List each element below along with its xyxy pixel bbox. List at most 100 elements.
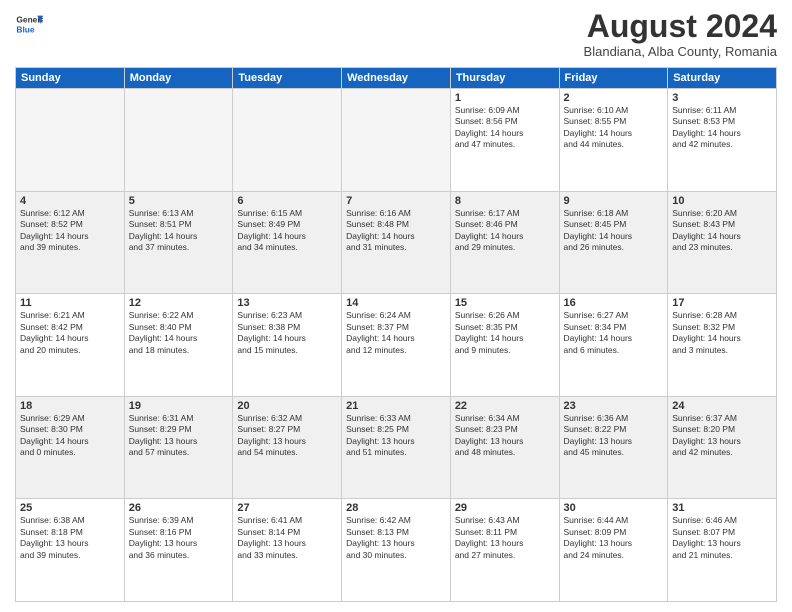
- header-friday: Friday: [559, 68, 668, 89]
- day-info: Sunrise: 6:29 AM Sunset: 8:30 PM Dayligh…: [20, 413, 120, 459]
- day-info: Sunrise: 6:44 AM Sunset: 8:09 PM Dayligh…: [564, 515, 664, 561]
- day-number: 13: [237, 297, 337, 309]
- day-number: 9: [564, 195, 664, 207]
- day-info: Sunrise: 6:23 AM Sunset: 8:38 PM Dayligh…: [237, 310, 337, 356]
- calendar-cell: 5Sunrise: 6:13 AM Sunset: 8:51 PM Daylig…: [124, 191, 233, 294]
- day-info: Sunrise: 6:46 AM Sunset: 8:07 PM Dayligh…: [672, 515, 772, 561]
- day-number: 6: [237, 195, 337, 207]
- calendar-table: Sunday Monday Tuesday Wednesday Thursday…: [15, 67, 777, 602]
- day-number: 25: [20, 502, 120, 514]
- day-info: Sunrise: 6:41 AM Sunset: 8:14 PM Dayligh…: [237, 515, 337, 561]
- calendar-cell: 23Sunrise: 6:36 AM Sunset: 8:22 PM Dayli…: [559, 396, 668, 499]
- day-info: Sunrise: 6:15 AM Sunset: 8:49 PM Dayligh…: [237, 208, 337, 254]
- day-number: 28: [346, 502, 446, 514]
- day-number: 21: [346, 400, 446, 412]
- calendar-cell: 28Sunrise: 6:42 AM Sunset: 8:13 PM Dayli…: [342, 499, 451, 602]
- calendar-cell: 16Sunrise: 6:27 AM Sunset: 8:34 PM Dayli…: [559, 294, 668, 397]
- day-number: 4: [20, 195, 120, 207]
- day-number: 2: [564, 92, 664, 104]
- day-info: Sunrise: 6:22 AM Sunset: 8:40 PM Dayligh…: [129, 310, 229, 356]
- day-number: 29: [455, 502, 555, 514]
- day-info: Sunrise: 6:39 AM Sunset: 8:16 PM Dayligh…: [129, 515, 229, 561]
- calendar-cell: 24Sunrise: 6:37 AM Sunset: 8:20 PM Dayli…: [668, 396, 777, 499]
- calendar-week-row: 1Sunrise: 6:09 AM Sunset: 8:56 PM Daylig…: [16, 89, 777, 192]
- day-info: Sunrise: 6:43 AM Sunset: 8:11 PM Dayligh…: [455, 515, 555, 561]
- day-info: Sunrise: 6:16 AM Sunset: 8:48 PM Dayligh…: [346, 208, 446, 254]
- day-number: 3: [672, 92, 772, 104]
- calendar-cell: 3Sunrise: 6:11 AM Sunset: 8:53 PM Daylig…: [668, 89, 777, 192]
- header-thursday: Thursday: [450, 68, 559, 89]
- calendar-cell: 8Sunrise: 6:17 AM Sunset: 8:46 PM Daylig…: [450, 191, 559, 294]
- day-info: Sunrise: 6:12 AM Sunset: 8:52 PM Dayligh…: [20, 208, 120, 254]
- calendar-cell: 30Sunrise: 6:44 AM Sunset: 8:09 PM Dayli…: [559, 499, 668, 602]
- day-info: Sunrise: 6:38 AM Sunset: 8:18 PM Dayligh…: [20, 515, 120, 561]
- day-number: 8: [455, 195, 555, 207]
- calendar-cell: 6Sunrise: 6:15 AM Sunset: 8:49 PM Daylig…: [233, 191, 342, 294]
- day-number: 24: [672, 400, 772, 412]
- day-info: Sunrise: 6:26 AM Sunset: 8:35 PM Dayligh…: [455, 310, 555, 356]
- day-info: Sunrise: 6:11 AM Sunset: 8:53 PM Dayligh…: [672, 105, 772, 151]
- calendar-cell: 7Sunrise: 6:16 AM Sunset: 8:48 PM Daylig…: [342, 191, 451, 294]
- day-info: Sunrise: 6:31 AM Sunset: 8:29 PM Dayligh…: [129, 413, 229, 459]
- day-number: 16: [564, 297, 664, 309]
- header-tuesday: Tuesday: [233, 68, 342, 89]
- calendar-cell: 25Sunrise: 6:38 AM Sunset: 8:18 PM Dayli…: [16, 499, 125, 602]
- location: Blandiana, Alba County, Romania: [584, 44, 777, 59]
- calendar-cell: 29Sunrise: 6:43 AM Sunset: 8:11 PM Dayli…: [450, 499, 559, 602]
- calendar-cell: [124, 89, 233, 192]
- calendar-cell: 11Sunrise: 6:21 AM Sunset: 8:42 PM Dayli…: [16, 294, 125, 397]
- calendar-cell: 14Sunrise: 6:24 AM Sunset: 8:37 PM Dayli…: [342, 294, 451, 397]
- calendar-cell: 12Sunrise: 6:22 AM Sunset: 8:40 PM Dayli…: [124, 294, 233, 397]
- day-info: Sunrise: 6:28 AM Sunset: 8:32 PM Dayligh…: [672, 310, 772, 356]
- calendar-cell: 19Sunrise: 6:31 AM Sunset: 8:29 PM Dayli…: [124, 396, 233, 499]
- calendar-week-row: 4Sunrise: 6:12 AM Sunset: 8:52 PM Daylig…: [16, 191, 777, 294]
- day-info: Sunrise: 6:33 AM Sunset: 8:25 PM Dayligh…: [346, 413, 446, 459]
- day-number: 15: [455, 297, 555, 309]
- day-number: 22: [455, 400, 555, 412]
- header-wednesday: Wednesday: [342, 68, 451, 89]
- day-number: 20: [237, 400, 337, 412]
- day-number: 31: [672, 502, 772, 514]
- calendar-cell: 31Sunrise: 6:46 AM Sunset: 8:07 PM Dayli…: [668, 499, 777, 602]
- day-number: 17: [672, 297, 772, 309]
- calendar-cell: [233, 89, 342, 192]
- day-info: Sunrise: 6:32 AM Sunset: 8:27 PM Dayligh…: [237, 413, 337, 459]
- day-number: 18: [20, 400, 120, 412]
- logo: General Blue: [15, 10, 43, 38]
- day-number: 23: [564, 400, 664, 412]
- day-number: 11: [20, 297, 120, 309]
- month-title: August 2024: [584, 10, 777, 42]
- header-monday: Monday: [124, 68, 233, 89]
- title-block: August 2024 Blandiana, Alba County, Roma…: [584, 10, 777, 59]
- day-number: 26: [129, 502, 229, 514]
- day-number: 10: [672, 195, 772, 207]
- calendar-cell: 22Sunrise: 6:34 AM Sunset: 8:23 PM Dayli…: [450, 396, 559, 499]
- day-info: Sunrise: 6:34 AM Sunset: 8:23 PM Dayligh…: [455, 413, 555, 459]
- day-number: 30: [564, 502, 664, 514]
- logo-icon: General Blue: [15, 10, 43, 38]
- calendar-cell: [342, 89, 451, 192]
- calendar-cell: 18Sunrise: 6:29 AM Sunset: 8:30 PM Dayli…: [16, 396, 125, 499]
- calendar-cell: [16, 89, 125, 192]
- day-info: Sunrise: 6:13 AM Sunset: 8:51 PM Dayligh…: [129, 208, 229, 254]
- day-number: 12: [129, 297, 229, 309]
- day-info: Sunrise: 6:18 AM Sunset: 8:45 PM Dayligh…: [564, 208, 664, 254]
- day-info: Sunrise: 6:21 AM Sunset: 8:42 PM Dayligh…: [20, 310, 120, 356]
- day-info: Sunrise: 6:24 AM Sunset: 8:37 PM Dayligh…: [346, 310, 446, 356]
- day-info: Sunrise: 6:09 AM Sunset: 8:56 PM Dayligh…: [455, 105, 555, 151]
- day-info: Sunrise: 6:36 AM Sunset: 8:22 PM Dayligh…: [564, 413, 664, 459]
- calendar-cell: 15Sunrise: 6:26 AM Sunset: 8:35 PM Dayli…: [450, 294, 559, 397]
- day-number: 27: [237, 502, 337, 514]
- day-info: Sunrise: 6:17 AM Sunset: 8:46 PM Dayligh…: [455, 208, 555, 254]
- day-info: Sunrise: 6:42 AM Sunset: 8:13 PM Dayligh…: [346, 515, 446, 561]
- calendar-cell: 27Sunrise: 6:41 AM Sunset: 8:14 PM Dayli…: [233, 499, 342, 602]
- calendar-week-row: 11Sunrise: 6:21 AM Sunset: 8:42 PM Dayli…: [16, 294, 777, 397]
- svg-text:Blue: Blue: [16, 24, 34, 34]
- day-number: 5: [129, 195, 229, 207]
- calendar-cell: 2Sunrise: 6:10 AM Sunset: 8:55 PM Daylig…: [559, 89, 668, 192]
- header: General Blue August 2024 Blandiana, Alba…: [15, 10, 777, 59]
- day-number: 14: [346, 297, 446, 309]
- page: General Blue August 2024 Blandiana, Alba…: [0, 0, 792, 612]
- day-info: Sunrise: 6:27 AM Sunset: 8:34 PM Dayligh…: [564, 310, 664, 356]
- day-info: Sunrise: 6:20 AM Sunset: 8:43 PM Dayligh…: [672, 208, 772, 254]
